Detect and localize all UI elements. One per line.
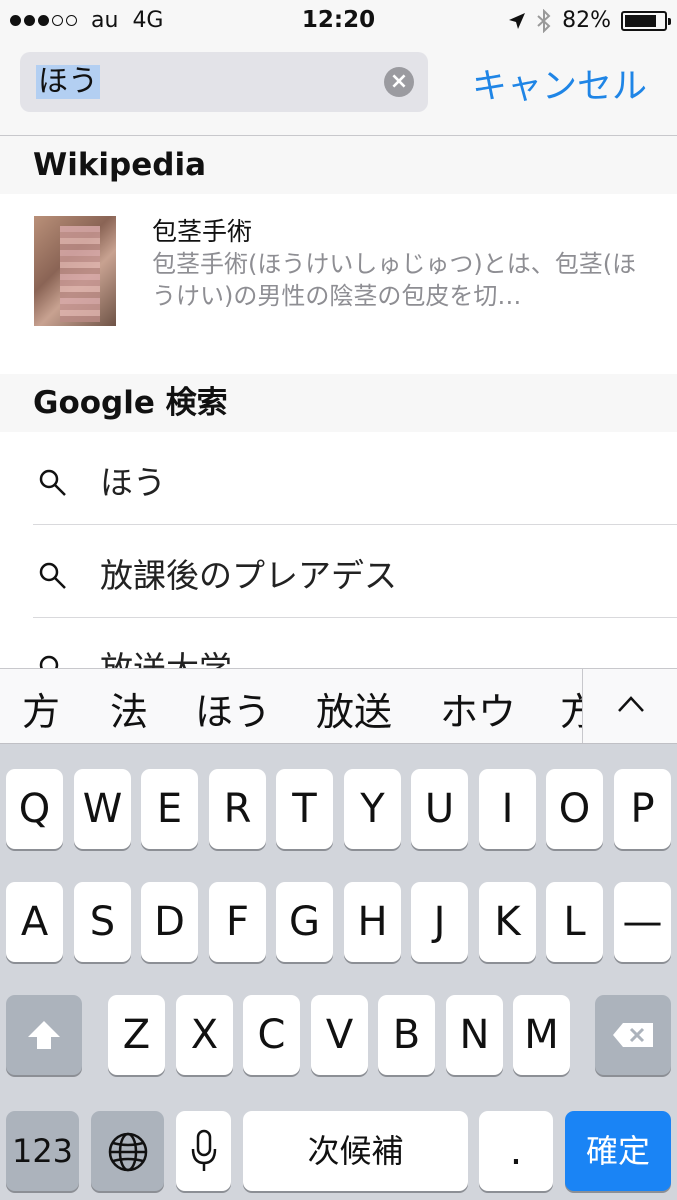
key-p[interactable]: P	[614, 769, 671, 849]
candidate[interactable]: 方	[22, 681, 60, 736]
shift-arrow-icon	[28, 1021, 60, 1049]
search-icon	[39, 469, 66, 496]
bluetooth-icon	[537, 8, 551, 33]
search-results: Wikipedia 包茎手術 包茎手術(ほうけいしゅじゅつ)とは、包茎(ほうけい…	[0, 136, 677, 668]
conversion-candidates-bar: 方 法 ほう 放送 ホウ 方	[0, 668, 677, 744]
key-u[interactable]: U	[411, 769, 468, 849]
suggestion-text: 放送大学	[100, 642, 232, 668]
key-f[interactable]: F	[209, 882, 266, 962]
key-s[interactable]: S	[74, 882, 131, 962]
wikipedia-section-header: Wikipedia	[0, 136, 677, 194]
confirm-key[interactable]: 確定	[565, 1111, 671, 1191]
key-v[interactable]: V	[311, 995, 368, 1075]
candidate[interactable]: 放送	[316, 681, 392, 736]
battery-percent: 82%	[562, 8, 611, 33]
suggestion-item[interactable]: ほう	[0, 432, 677, 525]
clear-icon[interactable]: ×	[384, 67, 414, 97]
candidate[interactable]: 法	[110, 681, 148, 736]
key-a[interactable]: A	[6, 882, 63, 962]
location-arrow-icon	[509, 12, 526, 29]
globe-key[interactable]	[91, 1111, 164, 1191]
backspace-icon	[613, 1023, 653, 1047]
suggestion-text: ほう	[100, 463, 166, 502]
key-e[interactable]: E	[141, 769, 198, 849]
suggestion-item[interactable]: 放課後のプレアデス	[0, 525, 677, 618]
key-g[interactable]: G	[276, 882, 333, 962]
keyboard: Q W E R T Y U I O P A S D F G H J K L — …	[0, 744, 677, 1200]
dictation-key[interactable]	[176, 1111, 231, 1191]
candidate[interactable]: ほう	[195, 681, 271, 736]
microphone-icon	[191, 1129, 217, 1171]
key-l[interactable]: L	[546, 882, 603, 962]
cancel-button[interactable]: キャンセル	[472, 58, 647, 109]
suggestion-item[interactable]: 放送大学	[0, 618, 677, 668]
search-icon	[39, 562, 66, 589]
key-y[interactable]: Y	[344, 769, 401, 849]
search-input[interactable]: ほう ×	[20, 52, 428, 112]
candidate[interactable]: ホウ	[440, 681, 516, 736]
result-title: 包茎手術	[152, 217, 253, 246]
key-o[interactable]: O	[546, 769, 603, 849]
period-key[interactable]: .	[479, 1111, 553, 1191]
key-b[interactable]: B	[378, 995, 435, 1075]
key-k[interactable]: K	[479, 882, 536, 962]
key-q[interactable]: Q	[6, 769, 63, 849]
status-right: 82%	[508, 8, 671, 33]
key-n[interactable]: N	[446, 995, 503, 1075]
status-bar: au 4G 12:20 82%	[0, 0, 677, 44]
key-j[interactable]: J	[411, 882, 468, 962]
key-z[interactable]: Z	[108, 995, 165, 1075]
search-header: ほう × キャンセル	[0, 44, 677, 136]
google-section-header: Google 検索	[0, 374, 677, 432]
key-d[interactable]: D	[141, 882, 198, 962]
key-h[interactable]: H	[344, 882, 401, 962]
key-x[interactable]: X	[176, 995, 233, 1075]
key-dash[interactable]: —	[614, 882, 671, 962]
chevron-up-icon	[618, 696, 644, 712]
shift-key[interactable]	[6, 995, 82, 1075]
key-w[interactable]: W	[74, 769, 131, 849]
space-key[interactable]: 次候補	[243, 1111, 468, 1191]
key-i[interactable]: I	[479, 769, 536, 849]
result-thumbnail	[34, 216, 116, 326]
search-icon	[39, 655, 59, 668]
key-c[interactable]: C	[243, 995, 300, 1075]
expand-candidates-button[interactable]	[582, 669, 677, 743]
key-m[interactable]: M	[513, 995, 570, 1075]
delete-key[interactable]	[595, 995, 671, 1075]
key-t[interactable]: T	[276, 769, 333, 849]
suggestion-text: 放課後のプレアデス	[100, 556, 397, 595]
search-query-text[interactable]: ほう	[36, 65, 100, 99]
numbers-key[interactable]: 123	[6, 1111, 79, 1191]
globe-icon	[108, 1132, 148, 1172]
key-r[interactable]: R	[209, 769, 266, 849]
result-snippet: 包茎手術(ほうけいしゅじゅつ)とは、包茎(ほうけい)の男性の陰茎の包皮を切…	[152, 250, 637, 310]
wikipedia-result[interactable]: 包茎手術 包茎手術(ほうけいしゅじゅつ)とは、包茎(ほうけい)の男性の陰茎の包皮…	[0, 194, 677, 374]
battery-icon	[621, 10, 671, 31]
